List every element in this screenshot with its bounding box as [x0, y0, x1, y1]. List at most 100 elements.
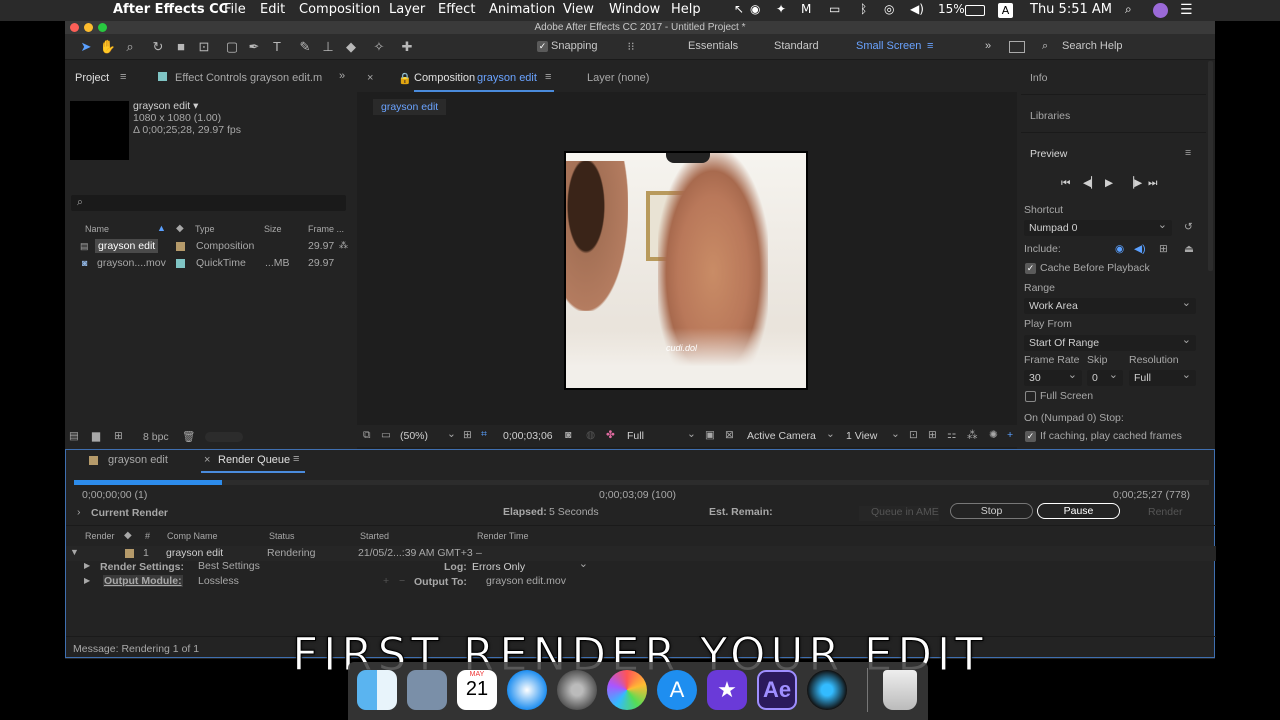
new-folder-icon[interactable]: ▆: [92, 430, 100, 442]
include-overlays-icon[interactable]: ⊞: [1159, 243, 1168, 255]
bluetooth-icon[interactable]: ᛒ: [860, 2, 867, 16]
row-name[interactable]: grayson....mov: [97, 257, 166, 269]
if-caching-checkbox[interactable]: ✓: [1025, 431, 1036, 442]
close-tab-icon[interactable]: ×: [204, 454, 210, 466]
quicktime-icon[interactable]: [807, 670, 847, 710]
tab-project[interactable]: Project: [75, 72, 109, 84]
pen-tool-icon[interactable]: ✒: [245, 38, 263, 56]
input-source-indicator[interactable]: A: [998, 3, 1013, 18]
calendar-icon[interactable]: MAY 21: [457, 670, 497, 710]
column-number[interactable]: #: [145, 531, 150, 541]
current-time[interactable]: 0;00;03;06: [503, 430, 553, 442]
exposure-plus-icon[interactable]: +: [1007, 429, 1013, 441]
info-panel-header[interactable]: Info: [1030, 72, 1048, 84]
table-row[interactable]: ▤ grayson edit Composition 29.97 ⁂: [80, 239, 350, 254]
comp-breadcrumb[interactable]: grayson edit: [373, 99, 447, 115]
queue-in-ame-button[interactable]: Queue in AME: [871, 506, 939, 518]
thumbnail-slider[interactable]: [205, 432, 243, 442]
include-layer-controls-icon[interactable]: ⏏: [1184, 243, 1194, 255]
previous-frame-icon[interactable]: ◀▏: [1083, 177, 1099, 189]
record-icon[interactable]: ◉: [750, 2, 760, 16]
item-comp-name[interactable]: grayson edit: [166, 547, 223, 559]
workspace-toggle-icon[interactable]: [1009, 41, 1025, 53]
include-video-icon[interactable]: ◉: [1115, 243, 1124, 255]
first-frame-icon[interactable]: ⏮: [1061, 177, 1070, 190]
preview-app-icon[interactable]: [407, 670, 447, 710]
pause-button[interactable]: Pause: [1037, 503, 1120, 519]
view-layout-chevron-icon[interactable]: ⌄: [891, 428, 900, 440]
always-preview-icon[interactable]: ⧉: [363, 429, 371, 442]
fast-previews-icon[interactable]: ⊞: [928, 429, 937, 441]
table-row[interactable]: ◙ grayson....mov QuickTime ...MB 29.97: [80, 256, 350, 271]
rotation-tool-icon[interactable]: ↻: [149, 38, 167, 56]
composition-viewer[interactable]: cudi.dol: [564, 151, 808, 390]
workspace-standard[interactable]: Standard: [774, 40, 819, 52]
system-preferences-icon[interactable]: [557, 670, 597, 710]
exposure-reset-icon[interactable]: ✺: [989, 429, 998, 441]
output-module-dropdown[interactable]: Lossless: [198, 575, 239, 587]
workspace-menu-icon[interactable]: ≡: [927, 40, 933, 52]
tab-effect-controls[interactable]: Effect Controls grayson edit.m: [175, 72, 322, 84]
tab-render-queue[interactable]: Render Queue: [218, 454, 290, 466]
clock[interactable]: Thu 5:51 AM: [1030, 2, 1112, 17]
panel-overflow-icon[interactable]: »: [339, 70, 345, 82]
brush-tool-icon[interactable]: ✎: [296, 38, 314, 56]
column-render[interactable]: Render: [85, 531, 115, 541]
screen-mirror-icon[interactable]: ▭: [829, 2, 840, 16]
menu-view[interactable]: View: [563, 2, 594, 17]
flowchart-icon[interactable]: ⁂: [339, 240, 348, 251]
status-app-icon[interactable]: ✦: [776, 2, 786, 16]
tab-grayson-edit[interactable]: grayson edit: [108, 454, 168, 466]
pan-behind-tool-icon[interactable]: ⊡: [195, 38, 213, 56]
shortcut-dropdown[interactable]: Numpad 0: [1024, 217, 1172, 236]
type-tool-icon[interactable]: T: [268, 38, 286, 56]
column-started[interactable]: Started: [360, 531, 389, 541]
remove-output-module-icon[interactable]: −: [399, 575, 405, 587]
spotlight-icon[interactable]: ⌕: [1125, 2, 1132, 17]
include-audio-icon[interactable]: ◀): [1134, 243, 1146, 255]
stop-button[interactable]: Stop: [950, 503, 1033, 519]
close-tab-icon[interactable]: ×: [367, 72, 373, 84]
color-channels-icon[interactable]: ✤: [606, 429, 615, 441]
search-help-input[interactable]: Search Help: [1062, 40, 1123, 52]
column-size[interactable]: Size: [264, 224, 282, 234]
resolution-chevron-icon[interactable]: ⌄: [687, 428, 696, 440]
volume-icon[interactable]: ◀): [910, 2, 924, 16]
safe-margins-icon[interactable]: ⊞: [463, 429, 472, 441]
menu-help[interactable]: Help: [671, 2, 701, 17]
puppet-tool-icon[interactable]: ✚: [398, 38, 416, 56]
app-store-icon[interactable]: A: [657, 670, 697, 710]
menu-animation[interactable]: Animation: [489, 2, 555, 17]
menu-effect[interactable]: Effect: [438, 2, 475, 17]
right-panel-scrollbar[interactable]: [1208, 61, 1213, 271]
magnification-chevron-icon[interactable]: ⌄: [447, 428, 456, 440]
play-icon[interactable]: ▶: [1105, 177, 1113, 189]
next-frame-icon[interactable]: ▕▶: [1126, 177, 1142, 189]
more-workspaces-icon[interactable]: »: [985, 40, 991, 52]
minimize-window-icon[interactable]: [84, 23, 93, 32]
tab-composition-prefix[interactable]: Composition: [414, 72, 475, 84]
region-of-interest-icon[interactable]: ▣: [705, 429, 715, 441]
siri-icon[interactable]: [1153, 3, 1168, 18]
label-swatch[interactable]: [176, 259, 185, 268]
preview-panel-header[interactable]: Preview: [1030, 148, 1067, 160]
trash-icon[interactable]: [883, 670, 917, 710]
current-render-label[interactable]: Current Render: [91, 507, 168, 519]
label-swatch[interactable]: [125, 549, 134, 558]
close-window-icon[interactable]: [70, 23, 79, 32]
label-column-icon[interactable]: ◆: [124, 530, 132, 541]
toggle-pixel-aspect-icon[interactable]: ⊡: [909, 429, 918, 441]
show-snapshot-icon[interactable]: ◍: [586, 429, 595, 441]
workspace-small-screen[interactable]: Small Screen: [856, 40, 921, 52]
label-column-icon[interactable]: ◆: [176, 223, 184, 234]
wifi-icon[interactable]: ◎: [884, 2, 894, 16]
log-dropdown[interactable]: Errors Only: [467, 556, 593, 575]
expand-current-render-icon[interactable]: ›: [77, 506, 81, 518]
column-frame-rate[interactable]: Frame ...: [308, 224, 344, 234]
snap-options-icon[interactable]: ⁝⁝: [622, 38, 640, 56]
view-layout-dropdown[interactable]: 1 View: [846, 430, 877, 442]
play-from-dropdown[interactable]: Start Of Range: [1024, 332, 1196, 351]
expand-output-module-icon[interactable]: ▶: [84, 576, 90, 585]
libraries-panel-header[interactable]: Libraries: [1030, 110, 1070, 122]
render-queue-menu-icon[interactable]: ≡: [293, 453, 299, 465]
